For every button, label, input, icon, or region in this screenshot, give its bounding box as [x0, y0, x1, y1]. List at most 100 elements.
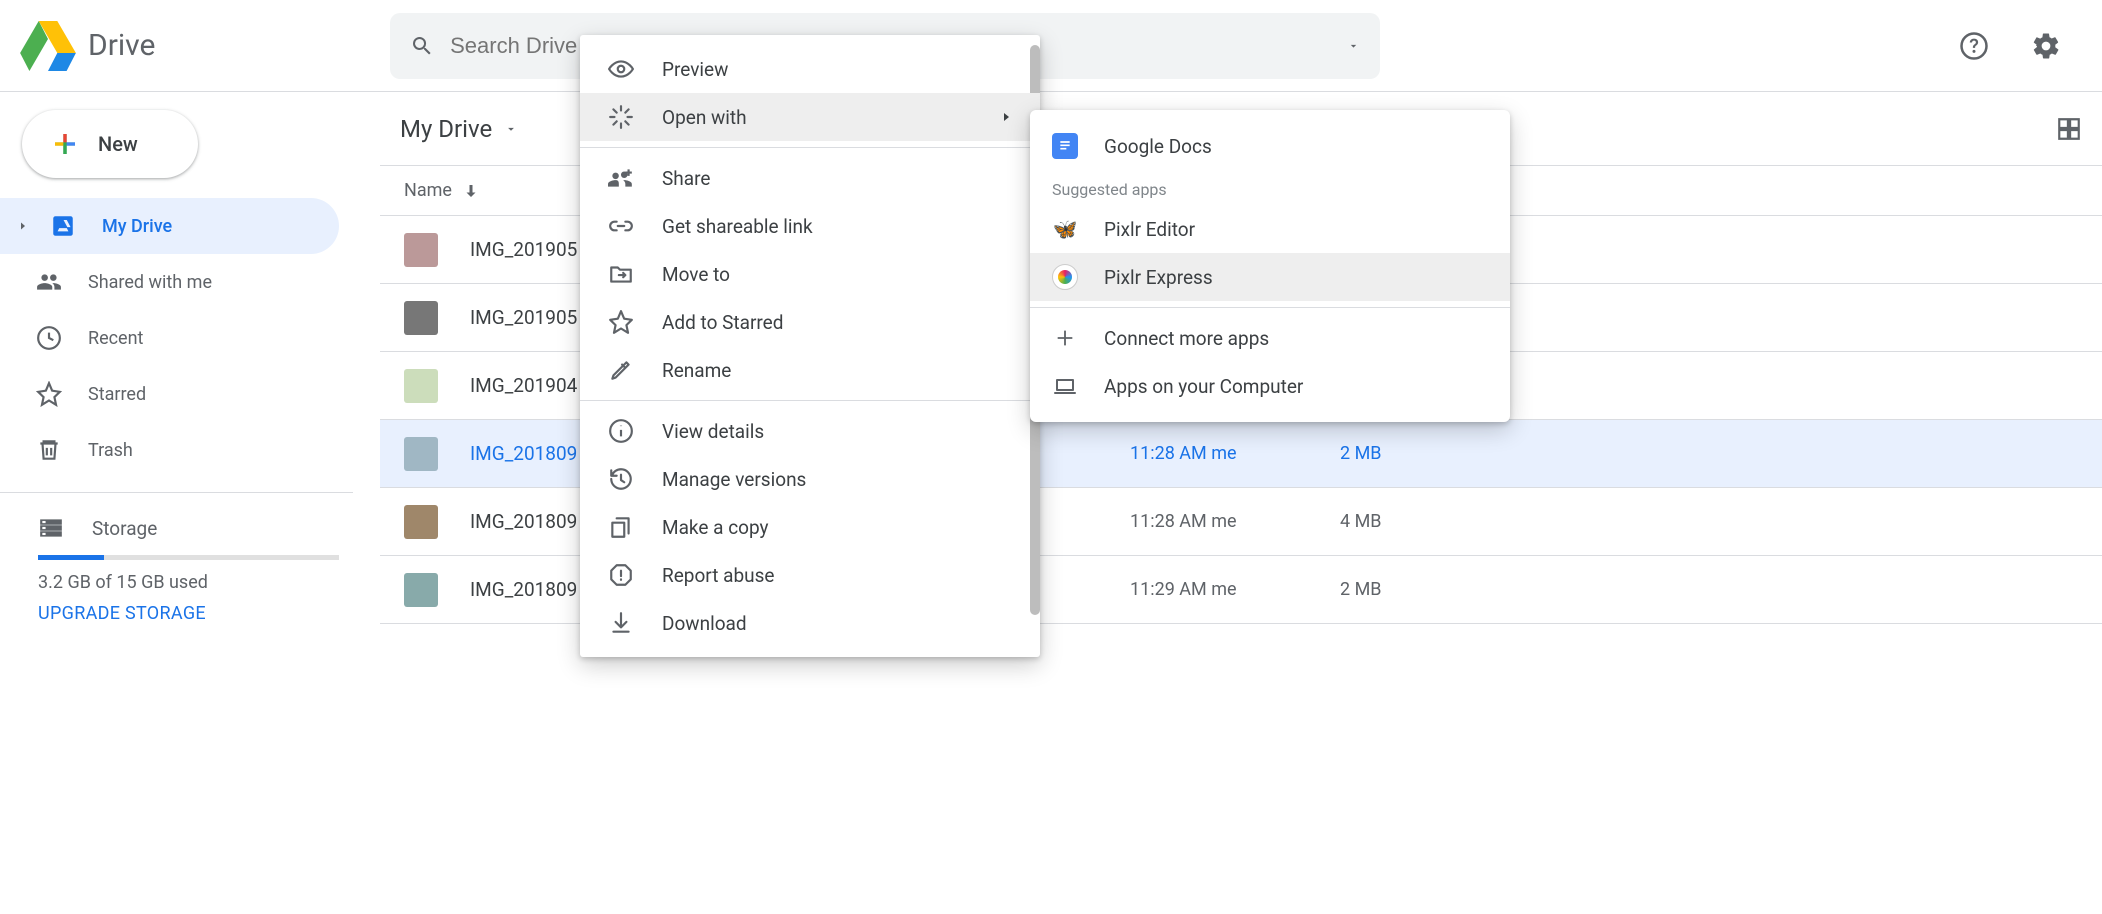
submenu-google-docs[interactable]: Google Docs: [1030, 122, 1510, 170]
people-icon: [36, 269, 62, 295]
gear-icon: [2031, 31, 2061, 61]
new-button-label: New: [98, 132, 138, 156]
move-icon: [608, 261, 634, 287]
submenu-heading-suggested: Suggested apps: [1030, 170, 1510, 205]
file-size: 2 MB: [1340, 579, 1382, 600]
search-icon: [410, 33, 434, 59]
storage-row[interactable]: Storage: [38, 515, 379, 541]
menu-rename[interactable]: Rename: [580, 346, 1040, 394]
open-with-submenu: Google Docs Suggested apps 🦋 Pixlr Edito…: [1030, 110, 1510, 422]
sort-arrow-icon[interactable]: [462, 182, 480, 200]
file-thumbnail: [404, 301, 438, 335]
file-size: 4 MB: [1340, 511, 1382, 532]
file-modified: 11:29 AM me: [1130, 579, 1340, 600]
star-icon: [608, 309, 634, 335]
menu-label: Report abuse: [662, 564, 774, 587]
open-with-icon: [608, 104, 634, 130]
menu-label: Add to Starred: [662, 311, 783, 334]
copy-icon: [608, 514, 634, 540]
menu-separator: [580, 400, 1040, 401]
menu-label: Open with: [662, 106, 747, 129]
submenu-label: Google Docs: [1104, 135, 1212, 158]
sidebar-item-starred[interactable]: Starred: [0, 366, 339, 422]
search-options-dropdown-icon[interactable]: [1347, 39, 1360, 53]
view-toggle[interactable]: [2056, 116, 2082, 142]
sidebar: New My Drive Shared with me Recent Starr…: [0, 92, 380, 914]
sidebar-item-shared[interactable]: Shared with me: [0, 254, 339, 310]
breadcrumb-label: My Drive: [400, 115, 492, 143]
sidebar-item-label: Recent: [88, 328, 143, 349]
context-menu: Preview Open with Share Get shareable li…: [580, 35, 1040, 657]
file-thumbnail: [404, 573, 438, 607]
menu-make-copy[interactable]: Make a copy: [580, 503, 1040, 551]
menu-download[interactable]: Download: [580, 599, 1040, 647]
submenu-label: Pixlr Editor: [1104, 218, 1195, 241]
menu-label: Preview: [662, 58, 728, 81]
sidebar-item-trash[interactable]: Trash: [0, 422, 339, 478]
plus-icon: [1052, 325, 1078, 351]
new-button[interactable]: New: [22, 110, 198, 178]
link-icon: [608, 213, 634, 239]
sidebar-item-label: Starred: [88, 384, 146, 405]
file-thumbnail: [404, 233, 438, 267]
storage-label: Storage: [92, 517, 157, 540]
drive-logo-icon: [20, 21, 76, 71]
rename-icon: [608, 357, 634, 383]
submenu-label: Connect more apps: [1104, 327, 1269, 350]
submenu-pixlr-express[interactable]: Pixlr Express: [1030, 253, 1510, 301]
file-modified: 11:28 AM me: [1130, 511, 1340, 532]
expand-caret-icon: [16, 220, 30, 232]
sidebar-item-recent[interactable]: Recent: [0, 310, 339, 366]
menu-label: Make a copy: [662, 516, 769, 539]
file-modified: 11:28 AM me: [1130, 443, 1340, 464]
submenu-apps-on-computer[interactable]: Apps on your Computer: [1030, 362, 1510, 410]
report-icon: [608, 562, 634, 588]
settings-button[interactable]: [2022, 22, 2070, 70]
storage-usage-text: 3.2 GB of 15 GB used: [38, 572, 379, 593]
plus-icon: [50, 129, 80, 159]
submenu-separator: [1030, 307, 1510, 308]
menu-open-with[interactable]: Open with: [580, 93, 1040, 141]
menu-add-star[interactable]: Add to Starred: [580, 298, 1040, 346]
menu-label: Get shareable link: [662, 215, 813, 238]
star-icon: [36, 381, 62, 407]
pixlr-editor-icon: 🦋: [1052, 216, 1078, 242]
info-icon: [608, 418, 634, 444]
my-drive-icon: [50, 213, 76, 239]
product-name: Drive: [88, 28, 155, 63]
preview-icon: [608, 56, 634, 82]
menu-label: Share: [662, 167, 710, 190]
sidebar-item-label: Trash: [88, 440, 133, 461]
menu-preview[interactable]: Preview: [580, 45, 1040, 93]
file-thumbnail: [404, 369, 438, 403]
share-icon: [608, 165, 634, 191]
submenu-label: Apps on your Computer: [1104, 375, 1303, 398]
clock-icon: [36, 325, 62, 351]
breadcrumb[interactable]: My Drive: [400, 115, 518, 143]
chevron-right-icon: [1000, 108, 1012, 126]
breadcrumb-dropdown-icon: [504, 122, 518, 136]
submenu-pixlr-editor[interactable]: 🦋 Pixlr Editor: [1030, 205, 1510, 253]
sidebar-item-label: Shared with me: [88, 272, 212, 293]
menu-report-abuse[interactable]: Report abuse: [580, 551, 1040, 599]
menu-separator: [580, 147, 1040, 148]
file-thumbnail: [404, 505, 438, 539]
menu-get-link[interactable]: Get shareable link: [580, 202, 1040, 250]
history-icon: [608, 466, 634, 492]
submenu-connect-more[interactable]: Connect more apps: [1030, 314, 1510, 362]
menu-label: Download: [662, 612, 747, 635]
help-icon: [1959, 31, 1989, 61]
sidebar-item-label: My Drive: [102, 216, 172, 237]
download-icon: [608, 610, 634, 636]
sidebar-item-my-drive[interactable]: My Drive: [0, 198, 339, 254]
help-button[interactable]: [1950, 22, 1998, 70]
logo-section[interactable]: Drive: [20, 21, 370, 71]
menu-move-to[interactable]: Move to: [580, 250, 1040, 298]
upgrade-storage-link[interactable]: UPGRADE STORAGE: [38, 603, 379, 624]
menu-label: View details: [662, 420, 764, 443]
menu-manage-versions[interactable]: Manage versions: [580, 455, 1040, 503]
menu-share[interactable]: Share: [580, 154, 1040, 202]
grid-view-icon[interactable]: [2056, 116, 2082, 142]
header-actions: [1950, 22, 2082, 70]
menu-view-details[interactable]: View details: [580, 407, 1040, 455]
